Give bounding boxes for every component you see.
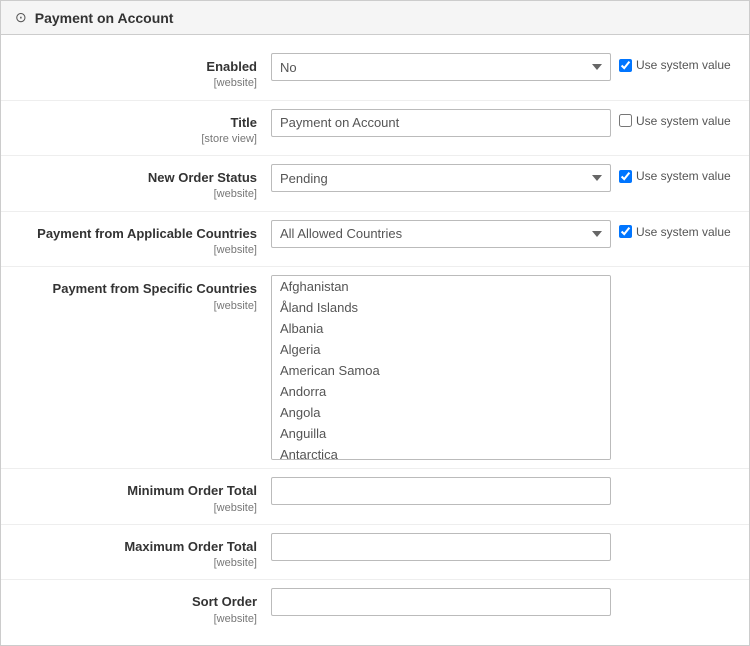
max-order-label-col: Maximum Order Total [website] (1, 533, 271, 572)
sort-order-scope: [website] (1, 612, 257, 627)
sort-order-field (271, 588, 619, 616)
order-status-use-system-label: Use system value (636, 169, 731, 183)
specific-countries-field: AfghanistanÅland IslandsAlbaniaAlgeriaAm… (271, 275, 619, 460)
min-order-row: Minimum Order Total [website] (1, 469, 749, 525)
enabled-row: Enabled [website] No Yes Use system valu… (1, 45, 749, 101)
enabled-field: No Yes (271, 53, 619, 81)
order-status-select[interactable]: Pending Processing Complete (271, 164, 611, 192)
min-order-use-system (619, 477, 749, 482)
applicable-countries-use-system-checkbox[interactable] (619, 225, 632, 238)
order-status-label-col: New Order Status [website] (1, 164, 271, 203)
applicable-countries-scope: [website] (1, 243, 257, 258)
enabled-scope: [website] (1, 76, 257, 91)
order-status-row: New Order Status [website] Pending Proce… (1, 156, 749, 212)
title-row: Title [store view] Use system value (1, 101, 749, 157)
enabled-select[interactable]: No Yes (271, 53, 611, 81)
enabled-use-system-label: Use system value (636, 58, 731, 72)
enabled-label-col: Enabled [website] (1, 53, 271, 92)
title-scope: [store view] (1, 132, 257, 147)
title-use-system-checkbox[interactable] (619, 114, 632, 127)
country-item[interactable]: Afghanistan (272, 276, 610, 297)
specific-countries-label: Payment from Specific Countries (1, 280, 257, 298)
enabled-use-system-checkbox[interactable] (619, 59, 632, 72)
order-status-use-system: Use system value (619, 164, 749, 183)
max-order-label: Maximum Order Total (1, 538, 257, 556)
max-order-row: Maximum Order Total [website] (1, 525, 749, 581)
order-status-scope: [website] (1, 187, 257, 202)
enabled-label: Enabled (1, 58, 257, 76)
sort-order-label-col: Sort Order [website] (1, 588, 271, 627)
applicable-countries-field: All Allowed Countries Specific Countries (271, 220, 619, 248)
title-label: Title (1, 114, 257, 132)
applicable-countries-use-system-label: Use system value (636, 225, 731, 239)
page-container: ⊙ Payment on Account Enabled [website] N… (0, 0, 750, 646)
specific-countries-listbox[interactable]: AfghanistanÅland IslandsAlbaniaAlgeriaAm… (271, 275, 611, 460)
sort-order-row: Sort Order [website] (1, 580, 749, 635)
section-header: ⊙ Payment on Account (1, 1, 749, 35)
min-order-input[interactable] (271, 477, 611, 505)
country-item[interactable]: Åland Islands (272, 297, 610, 318)
applicable-countries-use-system: Use system value (619, 220, 749, 239)
sort-order-label: Sort Order (1, 593, 257, 611)
country-item[interactable]: Andorra (272, 381, 610, 402)
min-order-label: Minimum Order Total (1, 482, 257, 500)
country-item[interactable]: Albania (272, 318, 610, 339)
max-order-use-system (619, 533, 749, 538)
country-item[interactable]: Antarctica (272, 444, 610, 460)
order-status-field: Pending Processing Complete (271, 164, 619, 192)
title-input[interactable] (271, 109, 611, 137)
toggle-icon[interactable]: ⊙ (15, 9, 27, 26)
enabled-use-system: Use system value (619, 53, 749, 72)
max-order-input[interactable] (271, 533, 611, 561)
specific-countries-use-system (619, 275, 749, 280)
min-order-field (271, 477, 619, 505)
form-body: Enabled [website] No Yes Use system valu… (1, 35, 749, 645)
specific-countries-label-col: Payment from Specific Countries [website… (1, 275, 271, 314)
title-use-system-label: Use system value (636, 114, 731, 128)
title-label-col: Title [store view] (1, 109, 271, 148)
country-item[interactable]: American Samoa (272, 360, 610, 381)
title-field (271, 109, 619, 137)
applicable-countries-label-col: Payment from Applicable Countries [websi… (1, 220, 271, 259)
sort-order-input[interactable] (271, 588, 611, 616)
order-status-label: New Order Status (1, 169, 257, 187)
applicable-countries-label: Payment from Applicable Countries (1, 225, 257, 243)
specific-countries-scope: [website] (1, 299, 257, 314)
country-item[interactable]: Algeria (272, 339, 610, 360)
specific-countries-row: Payment from Specific Countries [website… (1, 267, 749, 469)
applicable-countries-row: Payment from Applicable Countries [websi… (1, 212, 749, 268)
max-order-scope: [website] (1, 556, 257, 571)
country-item[interactable]: Anguilla (272, 423, 610, 444)
sort-order-use-system (619, 588, 749, 593)
max-order-field (271, 533, 619, 561)
country-item[interactable]: Angola (272, 402, 610, 423)
applicable-countries-select[interactable]: All Allowed Countries Specific Countries (271, 220, 611, 248)
min-order-label-col: Minimum Order Total [website] (1, 477, 271, 516)
order-status-use-system-checkbox[interactable] (619, 170, 632, 183)
section-title: Payment on Account (35, 10, 174, 26)
title-use-system: Use system value (619, 109, 749, 128)
